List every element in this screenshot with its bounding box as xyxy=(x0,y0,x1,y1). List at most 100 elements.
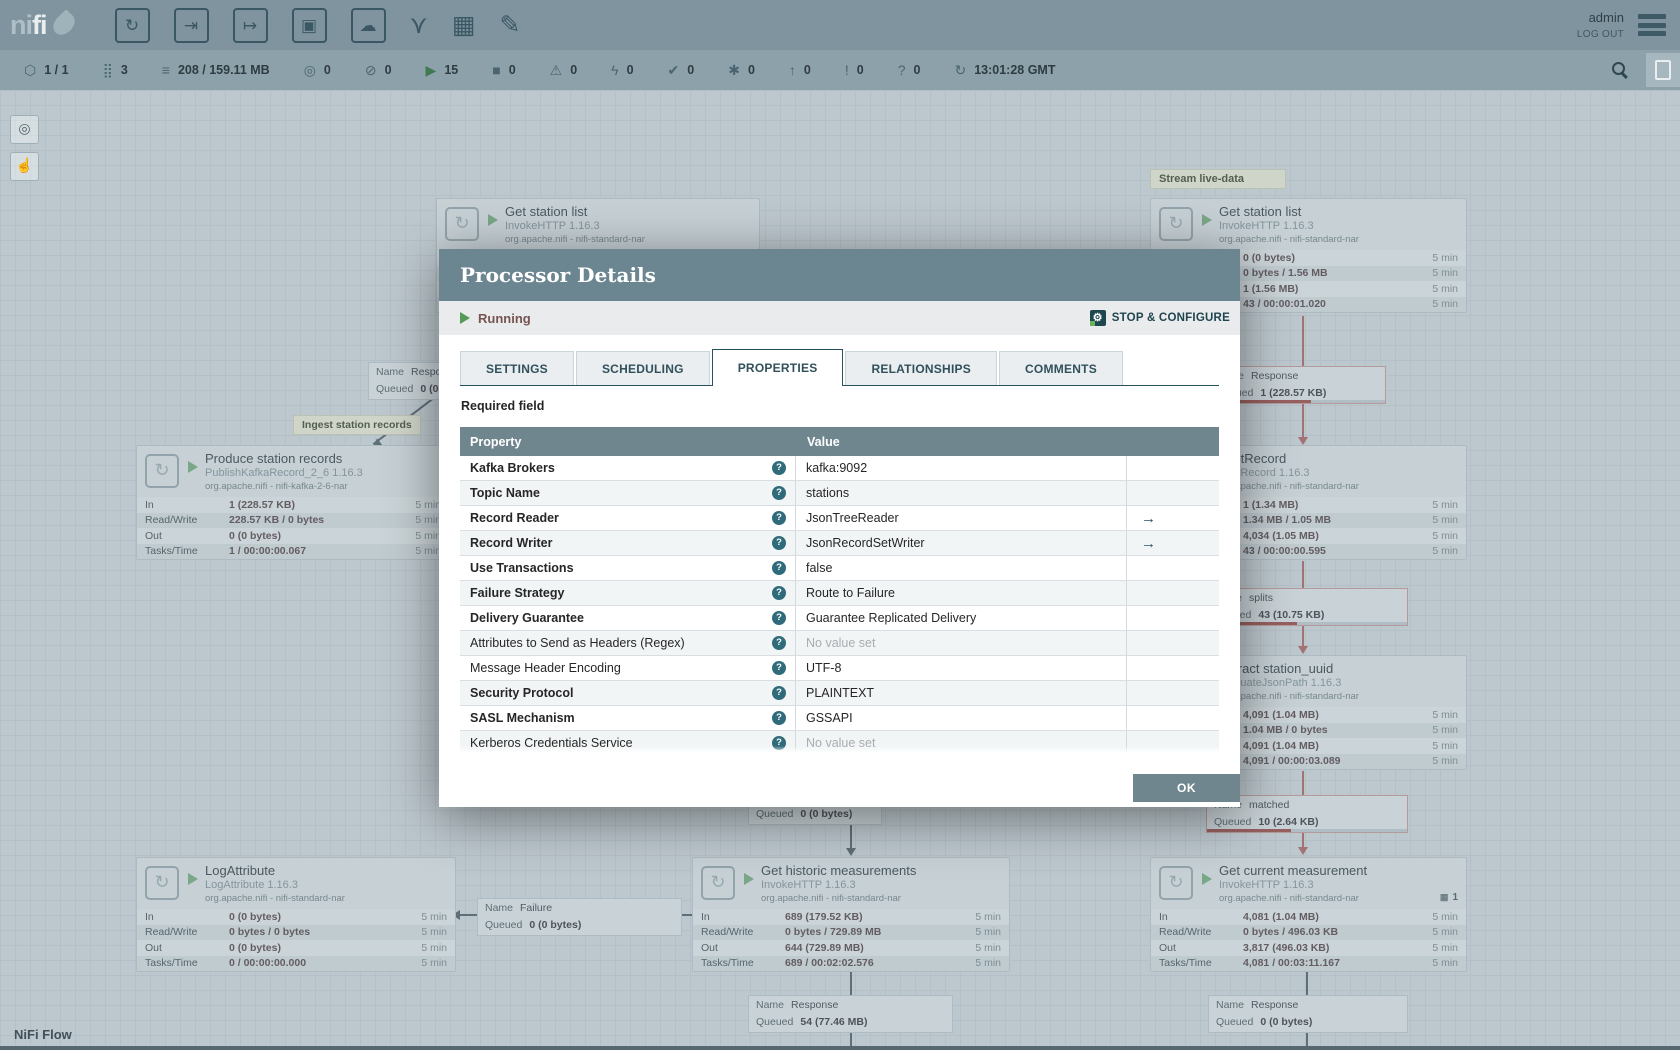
connection-response-current[interactable]: Name Response Queued 0 (0 bytes) xyxy=(1208,995,1408,1033)
label-stream-live-data[interactable]: Stream live-data xyxy=(1150,169,1286,189)
up-to-date-versioned: ✔ 0 xyxy=(668,62,695,79)
connection-name-value: splits xyxy=(1249,592,1273,604)
status-value: 0 xyxy=(384,63,392,77)
summary-panel-button[interactable] xyxy=(1646,53,1680,87)
tab-scheduling[interactable]: SCHEDULING xyxy=(575,351,710,385)
navigate-palette-button[interactable]: ◎ xyxy=(10,115,39,144)
help-icon[interactable]: ? xyxy=(772,511,786,525)
label-component-icon[interactable]: ✎ xyxy=(499,12,520,38)
last-refresh: ↻ 13:01:28 GMT xyxy=(954,62,1055,79)
stat-value: 0 (0 bytes) xyxy=(229,529,281,542)
running-indicator-icon xyxy=(1202,214,1212,226)
stat-row: Out 0 (0 bytes) 5 min xyxy=(137,528,449,544)
stat-label: Out xyxy=(701,941,718,954)
operate-palette-button[interactable]: ☝ xyxy=(10,152,39,181)
property-value: PLAINTEXT xyxy=(806,686,875,700)
help-icon[interactable]: ? xyxy=(772,686,786,700)
connection-arrow xyxy=(1298,646,1308,654)
stat-value: 1 (1.56 MB) xyxy=(1243,282,1299,295)
property-name: Message Header Encoding xyxy=(470,661,621,675)
stat-period: 5 min xyxy=(975,926,1001,939)
stat-value: 1 (228.57 KB) xyxy=(229,498,295,511)
breadcrumb[interactable]: NiFi Flow xyxy=(14,1027,72,1042)
processor-get-current-measurement[interactable]: ↻ Get current measurement InvokeHTTP 1.1… xyxy=(1150,857,1467,972)
stat-row: In 1 (228.57 KB) 5 min xyxy=(137,497,449,513)
property-name: Delivery Guarantee xyxy=(470,611,584,625)
tab-comments[interactable]: COMMENTS xyxy=(999,351,1123,385)
process-group-component-icon[interactable]: ▣ xyxy=(291,7,327,43)
stat-value: 0 bytes / 1.56 MB xyxy=(1243,267,1328,280)
help-icon[interactable]: ? xyxy=(772,536,786,550)
help-icon[interactable]: ? xyxy=(772,561,786,575)
help-icon[interactable]: ? xyxy=(772,711,786,725)
property-name: Topic Name xyxy=(470,486,540,500)
stat-row: Tasks/Time 689 / 00:02:02.576 5 min xyxy=(693,955,1009,971)
stat-label: Out xyxy=(145,941,162,954)
logo-text: ni xyxy=(10,9,33,40)
connection-queued-value: 1 (228.57 KB) xyxy=(1260,387,1327,399)
tab-settings[interactable]: SETTINGS xyxy=(460,351,574,385)
stat-row: Tasks/Time 1 / 00:00:00.067 5 min xyxy=(137,543,449,559)
property-value: Guarantee Replicated Delivery xyxy=(806,611,977,625)
help-icon[interactable]: ? xyxy=(772,636,786,650)
connection-name-key: Name xyxy=(756,999,785,1011)
template-component-icon[interactable]: ▦ xyxy=(452,12,476,38)
processor-type: InvokeHTTP 1.16.3 xyxy=(505,220,600,233)
goto-service-icon[interactable]: → xyxy=(1141,510,1156,527)
tab-properties[interactable]: PROPERTIES xyxy=(711,349,844,386)
processor-produce-station-records[interactable]: ↻ Produce station records PublishKafkaRe… xyxy=(136,445,450,560)
stat-period: 5 min xyxy=(421,926,447,939)
connection-line xyxy=(1302,561,1304,588)
processor-type-icon: ↻ xyxy=(1159,207,1193,241)
connection-response-historic[interactable]: Name Response Queued 54 (77.46 MB) xyxy=(748,995,953,1033)
stat-period: 5 min xyxy=(1432,910,1458,923)
goto-service-icon[interactable]: → xyxy=(1141,535,1156,552)
help-icon[interactable]: ? xyxy=(772,661,786,675)
stat-period: 5 min xyxy=(415,498,441,511)
remote-process-group-component-icon[interactable]: ☁ xyxy=(350,7,386,43)
processor-log-attribute[interactable]: ↻ LogAttribute LogAttribute 1.16.3 org.a… xyxy=(136,857,456,972)
connection-failure[interactable]: Name Failure Queued 0 (0 bytes) xyxy=(477,898,682,936)
stat-period: 5 min xyxy=(975,910,1001,923)
property-row: Record Reader ? JsonTreeReader → xyxy=(460,506,1219,531)
stat-period: 5 min xyxy=(1432,251,1458,264)
processor-component-icon[interactable]: ↻ xyxy=(114,7,150,43)
input-port-component-icon[interactable]: ⇥ xyxy=(173,7,209,43)
status-icon: ✱ xyxy=(728,61,740,78)
logout-link[interactable]: LOG OUT xyxy=(1577,27,1624,42)
help-icon[interactable]: ? xyxy=(772,586,786,600)
stat-label: In xyxy=(145,498,154,511)
stat-value: 43 / 00:00:00.595 xyxy=(1243,545,1326,558)
property-value: Route to Failure xyxy=(806,586,895,600)
status-icon: ↑ xyxy=(788,62,796,78)
label-ingest-station-records[interactable]: Ingest station records xyxy=(293,415,421,435)
status-icon: ⬡ xyxy=(24,61,37,78)
status-icon: ⊘ xyxy=(364,61,377,78)
help-icon[interactable]: ? xyxy=(772,486,786,500)
stat-period: 5 min xyxy=(1432,708,1458,721)
status-icon: ? xyxy=(897,62,906,78)
connection-name-value: Failure xyxy=(520,902,553,914)
property-name: Record Writer xyxy=(470,536,553,550)
global-menu-icon[interactable] xyxy=(1638,14,1666,36)
user-area: admin LOG OUT xyxy=(1577,8,1624,43)
processor-name: Get station list xyxy=(1219,204,1302,219)
search-icon[interactable] xyxy=(1610,60,1630,80)
stat-value: 4,091 (1.04 MB) xyxy=(1243,708,1319,721)
help-icon[interactable]: ? xyxy=(772,461,786,475)
hand-icon: ☝ xyxy=(15,157,34,173)
run-state-label: Running xyxy=(478,310,531,326)
stop-and-configure-button[interactable]: ⚙ STOP & CONFIGURE xyxy=(1089,310,1230,326)
connection-name-key: Name xyxy=(1216,999,1245,1011)
nifi-drop-icon xyxy=(48,8,79,39)
processor-get-historic-measurements[interactable]: ↻ Get historic measurements InvokeHTTP 1… xyxy=(692,857,1010,972)
help-icon[interactable]: ? xyxy=(772,611,786,625)
output-port-component-icon[interactable]: ↦ xyxy=(232,7,268,43)
status-value: 0 xyxy=(913,63,921,77)
processor-name: Get historic measurements xyxy=(761,863,917,878)
tab-relationships[interactable]: RELATIONSHIPS xyxy=(845,351,998,385)
stale-versioned: ↑ 0 xyxy=(789,62,811,78)
funnel-component-icon[interactable]: ⋎ xyxy=(410,12,428,38)
stat-label: Tasks/Time xyxy=(1159,957,1212,970)
ok-button[interactable]: OK xyxy=(1133,774,1240,802)
